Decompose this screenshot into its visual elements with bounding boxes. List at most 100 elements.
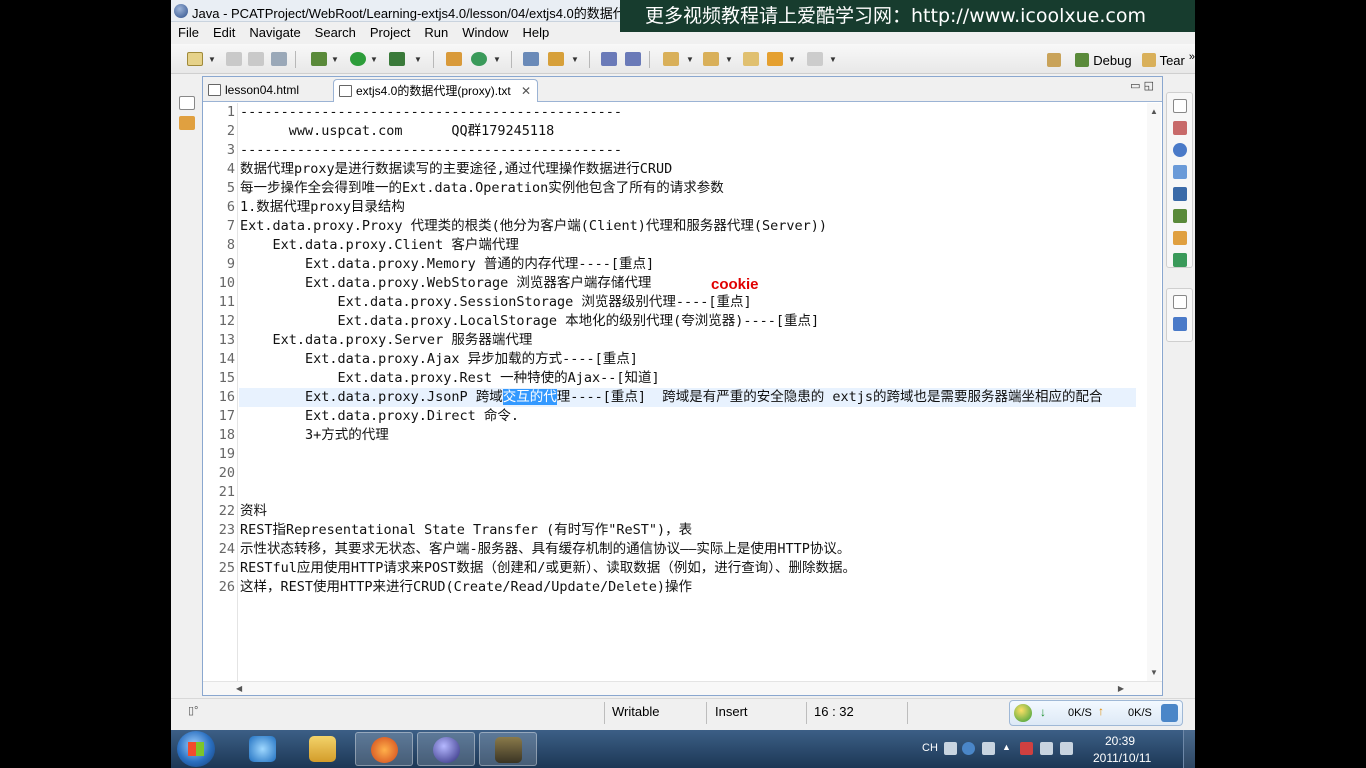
more-perspectives-button[interactable]: » [1189, 51, 1195, 63]
volume-icon[interactable] [1060, 742, 1073, 755]
toolbar-divider [649, 51, 650, 68]
menu-window[interactable]: Window [455, 25, 515, 40]
debug-view-icon[interactable] [1173, 209, 1187, 223]
next-annotation-icon[interactable] [663, 52, 679, 66]
code-line-text: Ext.data.proxy.JsonP 跨域 [240, 389, 503, 405]
external-tools-icon[interactable] [389, 52, 405, 66]
menu-project[interactable]: Project [363, 25, 417, 40]
chevron-down-icon[interactable]: ▼ [725, 55, 733, 64]
chevron-down-icon[interactable]: ▼ [686, 55, 694, 64]
team-perspective-button[interactable]: Tear [1160, 53, 1185, 68]
keyboard-icon[interactable] [944, 742, 957, 755]
console-icon[interactable] [1173, 187, 1187, 201]
new-class-icon[interactable] [471, 52, 487, 66]
scroll-right-icon[interactable]: ▶ [1118, 684, 1124, 693]
restore-icon[interactable] [1173, 295, 1187, 309]
start-button[interactable] [177, 731, 215, 767]
clock-date[interactable]: 2011/10/11 [1093, 751, 1151, 765]
window-title: Java - PCATProject/WebRoot/Learning-extj… [192, 6, 626, 21]
menu-edit[interactable]: Edit [206, 25, 242, 40]
line-number: 13 [218, 332, 235, 348]
scroll-up-icon[interactable]: ▲ [1150, 107, 1158, 116]
back-arrow-icon[interactable] [767, 52, 783, 66]
package-explorer-icon[interactable] [179, 116, 195, 130]
code-line-text: Ext.data.proxy.Rest 一种特使的Ajax--[知道] [240, 370, 660, 386]
fast-view-icon[interactable]: ▯° [188, 704, 198, 717]
debug-perspective-button[interactable]: Debug [1093, 53, 1131, 68]
chevron-down-icon[interactable]: ▼ [370, 55, 378, 64]
network-speed-monitor[interactable]: ↓ 0K/S ↑ 0K/S [1009, 700, 1183, 726]
previous-annotation-icon[interactable] [703, 52, 719, 66]
save-icon[interactable] [226, 52, 242, 66]
chevron-down-icon[interactable]: ▼ [788, 55, 796, 64]
menu-file[interactable]: File [171, 25, 206, 40]
outline-icon[interactable] [1173, 317, 1187, 331]
help-icon[interactable] [962, 742, 975, 755]
line-number: 26 [218, 579, 235, 595]
show-desktop-button[interactable] [1183, 730, 1195, 768]
declaration-icon[interactable] [1173, 165, 1187, 179]
tab-proxy-txt[interactable]: extjs4.0的数据代理(proxy).txt ✕ [333, 79, 538, 102]
upload-speed: 0K/S [1128, 707, 1152, 719]
line-number: 25 [218, 560, 235, 576]
open-perspective-icon[interactable] [1047, 53, 1062, 67]
debug-icon[interactable] [311, 52, 327, 66]
last-edit-icon[interactable] [743, 52, 759, 66]
windows-taskbar: CH ▲ 20:39 2011/10/11 [171, 730, 1195, 768]
action-center-icon[interactable] [1020, 742, 1033, 755]
text-editor[interactable]: 1 2 3 4 5 6 7 8 9 10 11 12 13 14 15 16 17 18 19 20 21 22 23 24 2… [216, 103, 1136, 681]
taskbar-explorer[interactable] [294, 732, 352, 766]
print-icon[interactable] [271, 52, 287, 66]
close-icon[interactable]: ✕ [521, 80, 531, 102]
network-icon[interactable] [1040, 742, 1053, 755]
scroll-down-icon[interactable]: ▼ [1150, 668, 1158, 677]
menu-navigate[interactable]: Navigate [242, 25, 307, 40]
horizontal-scrollbar[interactable]: ◀ ▶ [203, 681, 1162, 695]
show-hidden-icons-icon[interactable]: ▲ [1002, 742, 1015, 755]
code-line: ----------------------------------------… [240, 103, 622, 122]
new-package-icon[interactable] [446, 52, 462, 66]
status-bar: ▯° Writable Insert 16 : 32 ↓ 0K/S ↑ 0K/S [171, 698, 1195, 728]
input-language[interactable]: CH [922, 742, 938, 754]
menu-run[interactable]: Run [417, 25, 455, 40]
monitor-menu-icon[interactable] [1161, 704, 1178, 722]
line-number-ruler: 1 2 3 4 5 6 7 8 9 10 11 12 13 14 15 16 17 18 19 20 21 22 23 24 2… [216, 103, 238, 681]
taskbar-eclipse[interactable] [417, 732, 475, 766]
tasks-icon[interactable] [1173, 231, 1187, 245]
chevron-down-icon[interactable]: ▼ [829, 55, 837, 64]
clock-time[interactable]: 20:39 [1105, 734, 1135, 748]
chevron-down-icon[interactable]: ▼ [493, 55, 501, 64]
servers-icon[interactable] [1173, 253, 1187, 267]
maximize-icon[interactable]: ▭ ◱ [1130, 79, 1154, 92]
new-file-icon[interactable] [187, 52, 203, 66]
search-icon[interactable] [548, 52, 564, 66]
problems-icon[interactable] [1173, 121, 1187, 135]
windows-logo-icon [188, 742, 204, 756]
tray-options-icon[interactable] [982, 742, 995, 755]
chevron-down-icon[interactable]: ▼ [414, 55, 422, 64]
save-all-icon[interactable] [248, 52, 264, 66]
cookie-annotation: cookie [711, 276, 759, 293]
toolbar-divider [589, 51, 590, 68]
restore-icon[interactable] [1173, 99, 1187, 113]
javadoc-icon[interactable] [1173, 143, 1187, 157]
forward-arrow-icon[interactable] [807, 52, 823, 66]
taskbar-ie[interactable] [234, 732, 292, 766]
chevron-down-icon[interactable]: ▼ [331, 55, 339, 64]
chevron-down-icon[interactable]: ▼ [571, 55, 579, 64]
open-type-icon[interactable] [523, 52, 539, 66]
show-whitespace-icon[interactable] [625, 52, 641, 66]
vertical-scrollbar[interactable]: ▲ ▼ [1147, 103, 1161, 681]
code-line-text: Ext.data.proxy.LocalStorage 本地化的级别代理(夸浏览… [240, 313, 820, 329]
restore-icon[interactable] [179, 96, 195, 110]
toggle-mark-icon[interactable] [601, 52, 617, 66]
scroll-left-icon[interactable]: ◀ [236, 684, 242, 693]
menu-help[interactable]: Help [515, 25, 556, 40]
taskbar-recorder[interactable] [479, 732, 537, 766]
menu-search[interactable]: Search [308, 25, 363, 40]
taskbar-firefox[interactable] [355, 732, 413, 766]
line-number: 2 [226, 123, 235, 139]
tab-lesson04-html[interactable]: lesson04.html [203, 79, 333, 102]
run-icon[interactable] [350, 52, 366, 66]
chevron-down-icon[interactable]: ▼ [208, 55, 216, 64]
